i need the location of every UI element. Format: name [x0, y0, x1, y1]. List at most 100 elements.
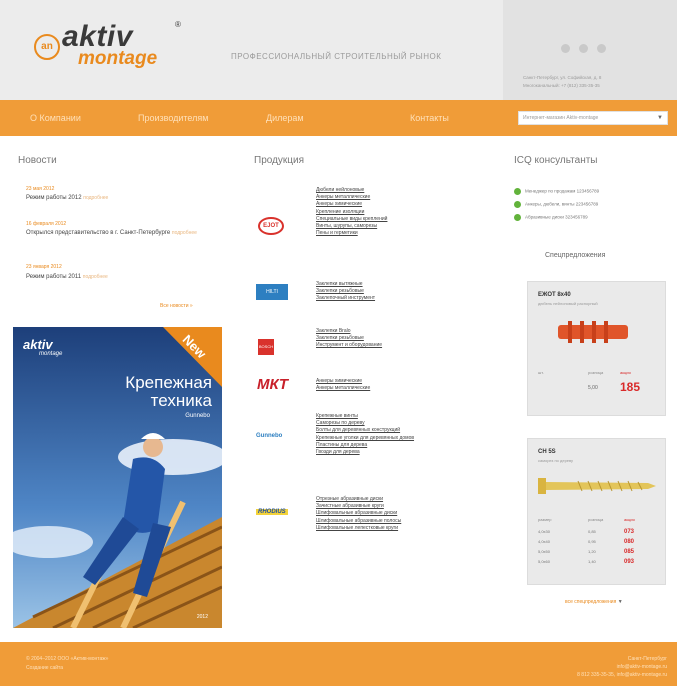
header-icons — [561, 44, 615, 55]
dowel-image — [558, 321, 628, 343]
icq-online-icon — [514, 214, 521, 221]
news-date: 23 января 2012 — [26, 264, 62, 270]
poster-logo-sub: montage — [39, 351, 63, 357]
product-links-rhodius: Отрезные абразивные диски Зачистные абра… — [316, 496, 401, 532]
product-link[interactable]: Зачистные абразивные круги — [316, 503, 401, 510]
product-link[interactable]: Винты, шурупы, саморезы — [316, 223, 387, 230]
chevron-down-icon: ▼ — [657, 115, 663, 121]
price-row: 5,0х60 1,40 093 — [538, 559, 635, 565]
sale-price: 185 — [620, 380, 641, 394]
product-link[interactable]: Гвозди для дерева — [316, 449, 414, 456]
brand-logo-gunnebo[interactable]: Gunnebo — [256, 433, 282, 439]
col-label: розница — [588, 370, 604, 375]
nav-item-manufacturers[interactable]: Производителям — [138, 113, 208, 123]
footer-phone: 8 812 335-35-35, info@aktiv-montage.ru — [577, 672, 667, 678]
footer-email[interactable]: info@aktiv-montage.ru — [617, 664, 667, 670]
news-title[interactable]: Режим работы 2011 подробнее — [26, 273, 221, 281]
icq-row[interactable]: Абразивные диски 323456789 — [514, 214, 588, 221]
nav-item-contacts[interactable]: Контакты — [410, 113, 449, 123]
product-links-gunnebo: Крепежные винты Саморезы по дереву Болты… — [316, 413, 414, 456]
icq-online-icon — [514, 201, 521, 208]
news-more-link[interactable]: подробнее — [83, 274, 108, 280]
product-link[interactable]: Заклепки вытяжные — [316, 281, 375, 288]
product-link[interactable]: Анкеры химические — [316, 378, 370, 385]
special-card[interactable]: СН 5S саморез по дереву размер розница а… — [527, 438, 666, 585]
product-link[interactable]: Болты для деревянных конструкций — [316, 427, 414, 434]
poster-title-2: техника — [150, 391, 212, 410]
screw-image — [538, 478, 656, 494]
products-heading: Продукция — [254, 155, 305, 166]
icq-row[interactable]: Менеджер по продажам 123456789 — [514, 188, 599, 195]
news-date: 16 февраля 2012 — [26, 221, 67, 227]
footer-credits[interactable]: Создание сайта — [26, 665, 63, 671]
icq-heading: ICQ консультанты — [514, 155, 598, 166]
brand-logo-ejot[interactable]: EJOT — [258, 217, 284, 235]
product-link[interactable]: Крепежные уголки для деревянных домов — [316, 435, 414, 442]
product-links-ejot: Дюбели нейлоновые Анкеры металлические А… — [316, 187, 387, 237]
promo-poster[interactable]: aktiv montage New Крепежная техника Gunn… — [13, 327, 222, 628]
product-link[interactable]: Отрезные абразивные диски — [316, 496, 401, 503]
logo-registered: ® — [175, 20, 181, 29]
product-link[interactable]: Крепление изоляции — [316, 209, 387, 216]
poster-logo: aktiv — [23, 337, 53, 352]
brand-logo-2[interactable]: HILTI — [256, 284, 288, 300]
main-nav: О Компании Производителям Дилерам Контак… — [0, 100, 677, 136]
product-link[interactable]: Специальные виды креплений — [316, 216, 387, 223]
mail-icon[interactable] — [579, 44, 588, 53]
nav-item-dealers[interactable]: Дилерам — [266, 113, 304, 123]
special-card[interactable]: ЕЖОТ 8х40 дюбель нейлоновый распорный шт… — [527, 281, 666, 416]
news-more-link[interactable]: подробнее — [83, 195, 108, 201]
product-link[interactable]: Пены и герметики — [316, 230, 387, 237]
col-label: шт. — [538, 370, 544, 375]
product-link[interactable]: Шлифовальные абразивные полосы — [316, 518, 401, 525]
footer: © 2004–2012 ООО «Актив-монтаж» Создание … — [0, 642, 677, 686]
product-links-3: Заклепки Bralo Заклепки резьбовые Инстру… — [316, 328, 382, 350]
contact-phone: Многоканальный: +7 (812) 335-35-35 — [523, 83, 600, 88]
footer-city: Санкт-Петербург — [627, 656, 667, 662]
all-specials-link[interactable]: все спецпредложения ▼ — [565, 599, 623, 605]
price-row: 4,0х30 0,85 073 — [538, 529, 635, 535]
product-link[interactable]: Шлифовальные абразивные диски — [316, 510, 401, 517]
poster-brand: Gunnebo — [185, 413, 210, 419]
news-more-link[interactable]: подробнее — [172, 230, 197, 236]
product-link[interactable]: Анкеры металлические — [316, 194, 387, 201]
special-heading: Спецпредложения — [545, 252, 606, 259]
product-link[interactable]: Инструмент и оборудование — [316, 342, 382, 349]
site-logo[interactable]: an aktiv ® montage — [34, 18, 184, 78]
product-link[interactable]: Заклепки резьбовые — [316, 335, 382, 342]
product-links-2: Заклепки вытяжные Заклепки резьбовые Зак… — [316, 281, 375, 303]
brand-logo-rhodius[interactable]: RHODIUS — [256, 509, 288, 515]
brand-logo-mkt[interactable]: МКТ — [257, 376, 288, 393]
icq-row[interactable]: Анкеры, дюбели, винты 223456789 — [514, 201, 598, 208]
news-date: 23 мая 2012 — [26, 186, 55, 192]
home-icon[interactable] — [561, 44, 570, 53]
footer-copyright: © 2004–2012 ООО «Актив-монтаж» — [26, 656, 109, 662]
news-title[interactable]: Режим работы 2012 подробнее — [26, 194, 221, 202]
brand-logo-3[interactable]: BOSCH — [258, 339, 274, 355]
news-heading: Новости — [18, 155, 57, 166]
col-label: размер — [538, 517, 552, 522]
product-link[interactable]: Дюбели нейлоновые — [316, 187, 387, 194]
product-link[interactable]: Шлифовальные лепестковые круги — [316, 525, 401, 532]
product-link[interactable]: Крепежные винты — [316, 413, 414, 420]
product-link[interactable]: Заклепки Bralo — [316, 328, 382, 335]
header-contacts: Санкт-Петербург, ул. Софийская, д. 8 Мно… — [523, 74, 601, 90]
col-label: розница — [588, 517, 604, 522]
nav-item-about[interactable]: О Компании — [30, 113, 81, 123]
icq-online-icon — [514, 188, 521, 195]
logo-mark: an — [34, 34, 60, 60]
poster-footer: 2012 — [196, 614, 208, 620]
product-link[interactable]: Анкеры химические — [316, 201, 387, 208]
header: an aktiv ® montage ПРОФЕССИОНАЛЬНЫЙ СТРО… — [0, 0, 677, 100]
product-link[interactable]: Заклепочный инструмент — [316, 295, 375, 302]
all-news-link[interactable]: Все новости » — [160, 303, 193, 309]
sitemap-icon[interactable] — [597, 44, 606, 53]
product-link[interactable]: Анкеры металлические — [316, 385, 370, 392]
price-row: 5,0х50 1,20 085 — [538, 549, 635, 555]
col-label: акция — [620, 370, 631, 375]
shop-select-value: Интернет-магазин Aktiv-montage — [523, 115, 599, 121]
shop-select[interactable]: Интернет-магазин Aktiv-montage ▼ — [518, 111, 668, 125]
news-title[interactable]: Открылся представительство в г. Санкт-Пе… — [26, 229, 221, 237]
card-subtitle: дюбель нейлоновый распорный — [538, 301, 598, 306]
product-link[interactable]: Пластины для дерева — [316, 442, 414, 449]
